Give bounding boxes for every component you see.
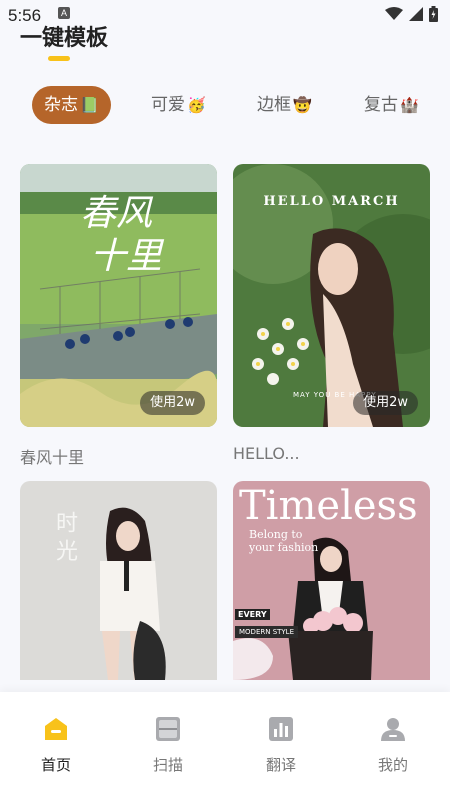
bottom-navigation: 首页 扫描 翻译 我的 (0, 692, 450, 800)
battery-icon (429, 6, 438, 22)
template-card-time[interactable]: 时光 (20, 481, 217, 680)
nav-label: 翻译 (265, 756, 296, 774)
card-overlay-title: Timeless (239, 483, 418, 529)
tab-label: 复古 (364, 95, 398, 115)
card-overlay-subtitle: Belong to your fashion (249, 528, 319, 555)
card-overlay-title: 春风 十里 (80, 193, 163, 278)
template-card-spring[interactable]: 春风 十里 使用2w (20, 164, 217, 427)
scan-icon (156, 717, 180, 741)
nav-item-scan[interactable]: 扫描 (138, 716, 198, 775)
nav-label: 我的 (377, 756, 408, 774)
keyboard-indicator-icon: A (58, 7, 70, 19)
castle-emoji-icon: 🏰 (400, 96, 419, 114)
category-tabs: 杂志 📗 可爱 🥳 边框 🤠 复古 🏰 (0, 86, 450, 124)
tab-label: 边框 (257, 95, 291, 115)
tab-label: 可爱 (151, 95, 185, 115)
translate-icon (269, 717, 293, 741)
user-icon (381, 718, 405, 741)
cowboy-emoji-icon: 🤠 (293, 96, 312, 114)
wifi-icon (385, 7, 403, 20)
template-card-timeless[interactable]: Timeless Belong to your fashion EVERY MO… (233, 481, 430, 680)
card-overlay-tag: MODERN STYLE (235, 626, 299, 638)
nav-item-translate[interactable]: 翻译 (251, 716, 311, 775)
title-underline (48, 56, 70, 61)
tab-retro[interactable]: 复古 🏰 (364, 86, 419, 124)
template-title: HELLO... (233, 444, 300, 463)
tab-label: 杂志 (44, 95, 78, 115)
book-emoji-icon: 📗 (80, 96, 99, 114)
signal-icon (409, 7, 423, 21)
template-title: 春风十里 (20, 448, 85, 467)
tab-border[interactable]: 边框 🤠 (257, 86, 312, 124)
page-title: 一键模板 (20, 26, 109, 51)
card-overlay-title: 时光 (52, 511, 77, 567)
nav-label: 扫描 (152, 756, 183, 774)
template-card-hello-march[interactable]: HELLO MARCH MAY YOU BE HAPPY 使用2w (233, 164, 430, 427)
card-overlay-title: HELLO MARCH (263, 194, 400, 209)
card-overlay-tag: EVERY (235, 609, 270, 620)
nav-label: 首页 (40, 756, 71, 774)
party-face-emoji-icon: 🥳 (187, 96, 206, 114)
use-count-badge[interactable]: 使用2w (140, 391, 205, 415)
nav-item-home[interactable]: 首页 (26, 716, 86, 775)
nav-item-profile[interactable]: 我的 (363, 716, 423, 775)
tab-magazine[interactable]: 杂志 📗 (32, 86, 111, 124)
tab-cute[interactable]: 可爱 🥳 (151, 86, 206, 124)
use-count-badge[interactable]: 使用2w (353, 391, 418, 415)
home-icon (45, 718, 67, 740)
